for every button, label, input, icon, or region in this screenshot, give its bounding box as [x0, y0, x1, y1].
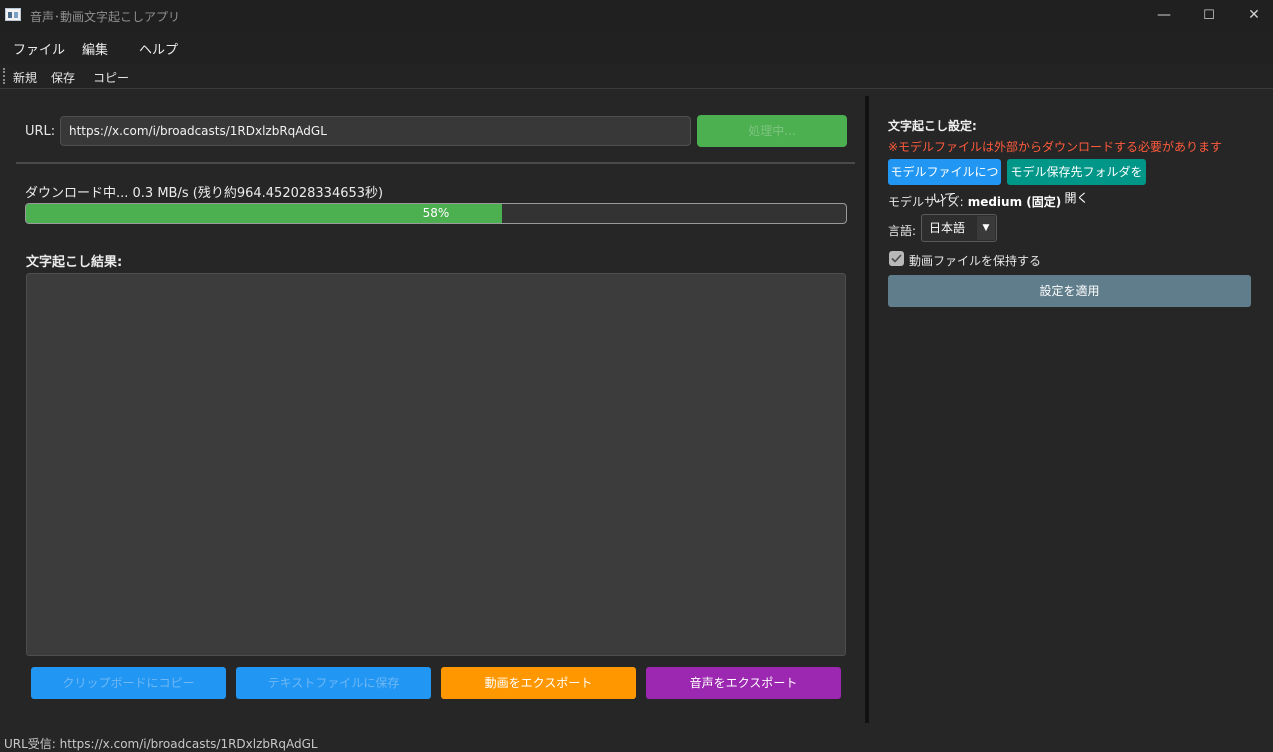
window-title: 音声･動画文字起こしアプリ [30, 10, 181, 24]
save-text-button[interactable]: テキストファイルに保存 [236, 667, 431, 699]
apply-settings-button[interactable]: 設定を適用 [888, 275, 1251, 307]
menu-edit[interactable]: 編集 [82, 39, 108, 58]
title-bar: 音声･動画文字起こしアプリ — ☐ ✕ [0, 0, 1273, 31]
download-status: ダウンロード中... 0.3 MB/s (残り約964.452028334653… [25, 186, 384, 201]
minimize-button[interactable]: — [1141, 0, 1187, 31]
menu-bar: ファイル 編集 ヘルプ [0, 31, 1273, 64]
keep-video-checkbox[interactable] [889, 251, 904, 266]
open-model-folder-button[interactable]: モデル保存先フォルダを開く [1007, 159, 1146, 205]
menu-help[interactable]: ヘルプ [139, 39, 178, 58]
toolbar-grip[interactable] [3, 68, 7, 84]
url-label: URL: [25, 124, 56, 139]
about-model-button[interactable]: モデルファイルについて [888, 159, 1001, 205]
toolbar-new[interactable]: 新規 [13, 69, 37, 86]
panel-splitter[interactable] [865, 96, 869, 723]
language-label: 言語: [888, 224, 917, 238]
progress-text: 58% [422, 206, 450, 220]
result-label: 文字起こし結果: [26, 255, 123, 270]
settings-label: 文字起こし設定: [888, 119, 977, 133]
close-button[interactable]: ✕ [1231, 0, 1273, 31]
url-input[interactable]: https://x.com/i/broadcasts/1RDxlzbRqAdGL [60, 116, 691, 146]
model-warning: ※モデルファイルは外部からダウンロードする必要があります [888, 140, 1223, 154]
language-select[interactable]: 日本語 ▼ [921, 214, 997, 242]
toolbar-save[interactable]: 保存 [51, 69, 75, 86]
copy-clipboard-button[interactable]: クリップボードにコピー [31, 667, 226, 699]
language-value: 日本語 [929, 221, 966, 235]
export-audio-button[interactable]: 音声をエクスポート [646, 667, 841, 699]
keep-video-label: 動画ファイルを保持する [909, 254, 1042, 268]
model-size: モデルサイズ: medium (固定) [888, 193, 1061, 210]
download-progress-bar: 58% [25, 203, 847, 224]
toolbar-copy[interactable]: コピー [93, 69, 129, 86]
checkmark-icon [891, 254, 902, 263]
separator [16, 162, 855, 164]
chevron-down-icon[interactable]: ▼ [977, 216, 995, 240]
app-window-icon [5, 8, 21, 21]
start-button[interactable]: 処理中... [697, 115, 847, 147]
status-bar: URL受信: https://x.com/i/broadcasts/1RDxlz… [0, 734, 1273, 751]
toolbar: 新規 保存 コピー [0, 64, 1273, 89]
status-bar-text: URL受信: https://x.com/i/broadcasts/1RDxlz… [4, 737, 318, 751]
export-video-button[interactable]: 動画をエクスポート [441, 667, 636, 699]
result-textarea[interactable] [26, 273, 846, 656]
menu-file[interactable]: ファイル [13, 39, 65, 58]
maximize-button[interactable]: ☐ [1186, 0, 1232, 31]
model-size-value: medium (固定) [967, 195, 1062, 209]
model-size-label: モデルサイズ: [888, 195, 964, 209]
